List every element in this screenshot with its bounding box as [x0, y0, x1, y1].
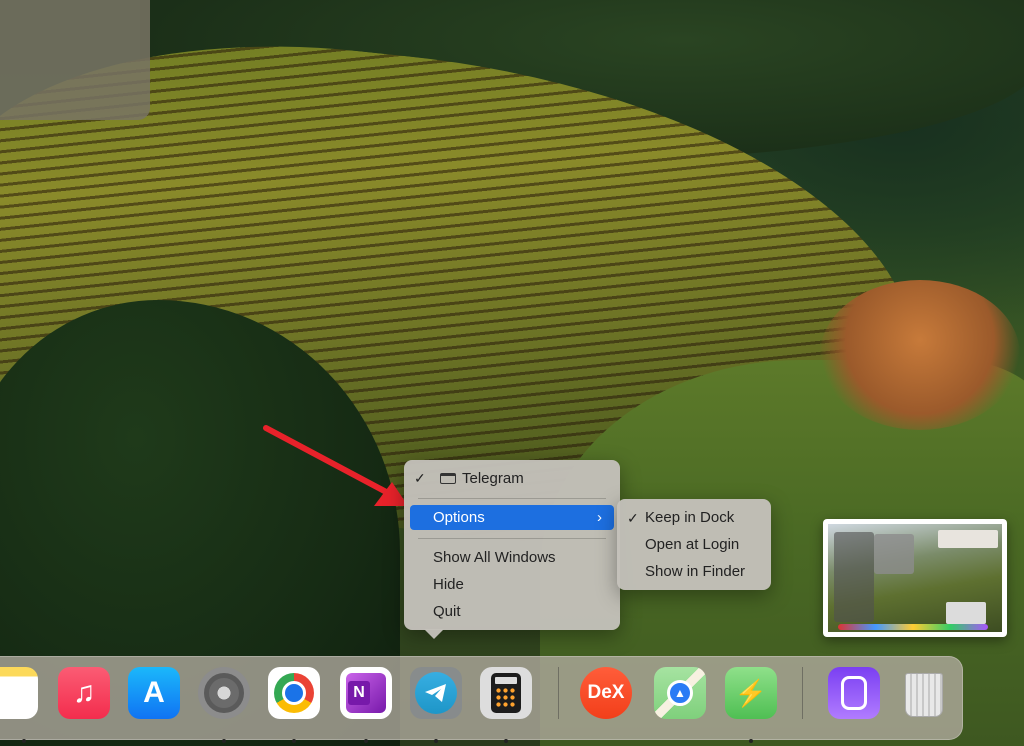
- submenu-item-label: Keep in Dock: [645, 509, 735, 526]
- running-indicator: [364, 739, 368, 743]
- running-indicator: [222, 739, 226, 743]
- running-indicator: [749, 739, 753, 743]
- telegram-dock-context-menu: ✓ Telegram Options › Show All Windows Hi…: [404, 460, 620, 630]
- window-icon: [440, 473, 456, 484]
- dock-item-trash[interactable]: [898, 667, 950, 719]
- menu-item-hide[interactable]: Hide: [410, 572, 614, 597]
- menu-item-quit[interactable]: Quit: [410, 599, 614, 624]
- menu-item-label: Telegram: [462, 470, 524, 487]
- dock-item-system-settings[interactable]: [198, 667, 250, 743]
- checkmark-icon: ✓: [627, 510, 639, 526]
- telegram-icon: [410, 667, 462, 719]
- menu-item-show-all-windows[interactable]: Show All Windows: [410, 545, 614, 570]
- chevron-right-icon: ›: [597, 509, 602, 526]
- settings-icon: [198, 667, 250, 719]
- wallpaper-autumn-tree: [820, 280, 1020, 430]
- background-window[interactable]: [0, 0, 150, 120]
- notes-icon: [0, 667, 38, 719]
- dock-item-notes[interactable]: [0, 667, 52, 743]
- app-store-icon: A: [128, 667, 180, 719]
- menu-item-label: Show All Windows: [433, 549, 556, 566]
- running-indicator: [22, 739, 26, 743]
- dock-item-onenote[interactable]: N: [340, 667, 392, 743]
- dex-icon: DeX: [580, 667, 632, 719]
- menu-pointer: [424, 629, 444, 639]
- trash-icon: [898, 667, 950, 719]
- music-icon: ♫: [58, 667, 110, 719]
- dock-item-dex[interactable]: DeX: [580, 667, 632, 719]
- battery-icon: ⚡: [725, 667, 777, 719]
- paper-plane-icon: [425, 684, 446, 702]
- menu-separator: [418, 498, 606, 499]
- submenu-item-label: Show in Finder: [645, 563, 746, 580]
- dock-item-telegram[interactable]: [410, 667, 462, 743]
- menu-separator: [418, 538, 606, 539]
- red-annotation-arrow: [263, 425, 408, 506]
- dock-divider: [802, 667, 803, 719]
- running-indicator: [292, 739, 296, 743]
- submenu-item-label: Open at Login: [645, 536, 740, 553]
- running-indicator: [434, 739, 438, 743]
- onenote-icon: N: [340, 667, 392, 719]
- running-indicator: [504, 739, 508, 743]
- menu-item-label: Options: [433, 509, 485, 526]
- calculator-icon: [480, 667, 532, 719]
- menu-item-options[interactable]: Options ›: [410, 505, 614, 530]
- submenu-item-show-in-finder[interactable]: Show in Finder: [623, 559, 765, 585]
- checkmark-icon: ✓: [414, 470, 426, 486]
- remote-icon: [828, 667, 880, 719]
- menu-item-telegram-window[interactable]: ✓ Telegram: [410, 466, 614, 491]
- chrome-icon: [268, 667, 320, 719]
- menu-item-label: Quit: [433, 603, 461, 620]
- dock-item-maps[interactable]: ▲: [654, 667, 706, 719]
- screenshot-thumbnail[interactable]: [823, 519, 1007, 637]
- maps-icon: ▲: [654, 667, 706, 719]
- dock-divider: [558, 667, 559, 719]
- dock-item-app-store[interactable]: A: [128, 667, 180, 719]
- options-submenu: ✓ Keep in Dock Open at Login Show in Fin…: [617, 499, 771, 590]
- dock: ♫ A N DeX ▲ ⚡: [0, 656, 963, 743]
- submenu-item-open-at-login[interactable]: Open at Login: [623, 532, 765, 558]
- dock-item-music[interactable]: ♫: [58, 667, 110, 719]
- menu-item-label: Hide: [433, 576, 464, 593]
- submenu-item-keep-in-dock[interactable]: ✓ Keep in Dock: [623, 505, 765, 531]
- dock-item-battery[interactable]: ⚡: [725, 667, 777, 743]
- dock-item-calculator[interactable]: [480, 667, 532, 743]
- dock-item-chrome[interactable]: [268, 667, 320, 743]
- thumbnail-preview: [828, 524, 1002, 632]
- dock-item-remote[interactable]: [828, 667, 880, 719]
